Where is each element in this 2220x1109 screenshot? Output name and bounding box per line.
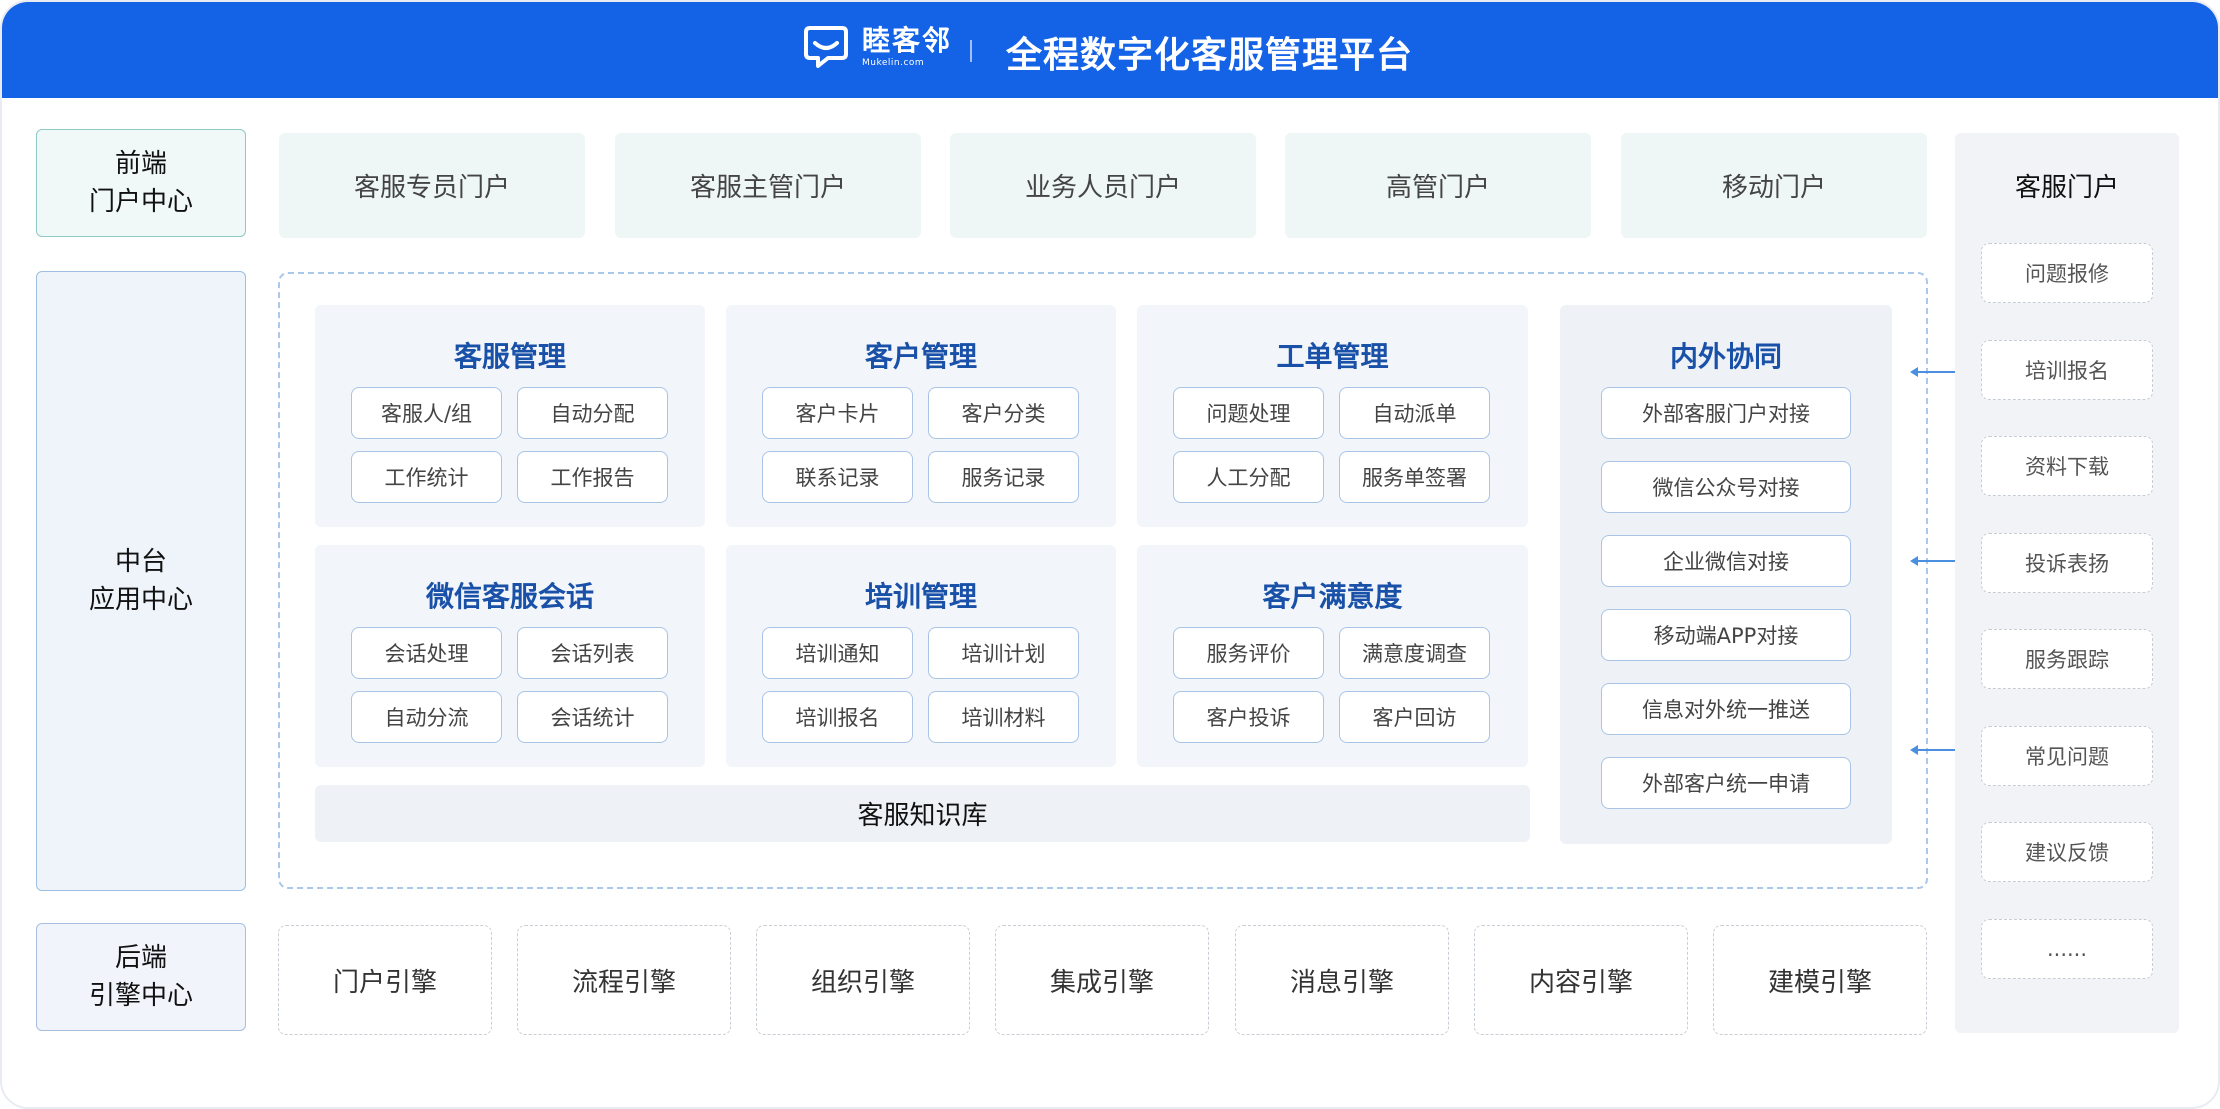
customer-portal-item: 问题报修 [1981,243,2153,303]
module-chip: 会话统计 [517,691,668,743]
customer-portal-item: 资料下载 [1981,436,2153,496]
module-chip: 培训材料 [928,691,1079,743]
module-card: 客服管理 客服人/组 自动分配 工作统计 工作报告 [315,305,705,527]
knowledge-base-bar: 客服知识库 [315,785,1530,842]
module-chip: 客户卡片 [762,387,913,439]
module-card: 客户满意度 服务评价 满意度调查 客户投诉 客户回访 [1137,545,1528,767]
module-chip: 联系记录 [762,451,913,503]
module-title: 客服管理 [453,340,566,373]
tier-back-line1: 后端 [114,943,167,973]
module-chip: 培训报名 [762,691,913,743]
module-chip: 客户回访 [1339,691,1490,743]
chat-bubble-logo-icon [804,26,848,68]
module-title: 微信客服会话 [425,580,594,613]
engine-workflow: 流程引擎 [517,925,731,1035]
module-chip: 服务单签署 [1339,451,1490,503]
customer-portal-item: 服务跟踪 [1981,629,2153,689]
module-card: 客户管理 客户卡片 客户分类 联系记录 服务记录 [726,305,1116,527]
engine-organization: 组织引擎 [756,925,970,1035]
portal-business: 业务人员门户 [950,133,1256,238]
module-chip: 工作报告 [517,451,668,503]
module-chip: 问题处理 [1173,387,1324,439]
module-chip: 自动分流 [351,691,502,743]
page-title: 全程数字化客服管理平台 [1006,35,1414,76]
module-chip: 自动分配 [517,387,668,439]
engine-modeling: 建模引擎 [1713,925,1927,1035]
module-chip: 客户投诉 [1173,691,1324,743]
collaboration-item: 外部客服门户对接 [1601,387,1851,439]
tier-back-line2: 引擎中心 [88,981,193,1011]
engine-content: 内容引擎 [1474,925,1688,1035]
collaboration-item: 企业微信对接 [1601,535,1851,587]
diagram-frame: 睦客邻 Mukelin.com 全程数字化客服管理平台 前端门户中心 中台应用中… [0,0,2220,1109]
customer-portal-item: 常见问题 [1981,726,2153,786]
tier-mid-line2: 应用中心 [88,585,193,615]
module-title: 工单管理 [1276,340,1389,373]
customer-portal-item: 建议反馈 [1981,822,2153,882]
portal-supervisor: 客服主管门户 [615,133,921,238]
collaboration-card: 内外协同 外部客服门户对接 微信公众号对接 企业微信对接 移动端APP对接 信息… [1560,305,1892,844]
collaboration-title: 内外协同 [1669,340,1782,373]
module-chip: 工作统计 [351,451,502,503]
module-chip: 客服人/组 [351,387,502,439]
tier-front-label: 前端 门户中心 [36,129,246,237]
module-title: 客户满意度 [1262,580,1403,613]
module-card: 工单管理 问题处理 自动派单 人工分配 服务单签署 [1137,305,1528,527]
tier-back-label: 后端 引擎中心 [36,923,246,1031]
module-chip: 客户分类 [928,387,1079,439]
logo-name: 睦客邻 [862,23,953,57]
module-chip: 培训通知 [762,627,913,679]
collaboration-item: 外部客户统一申请 [1601,757,1851,809]
customer-portal-title: 客服门户 [2014,173,2119,203]
tier-mid-label: 中台 应用中心 [36,271,246,891]
module-card: 培训管理 培训通知 培训计划 培训报名 培训材料 [726,545,1116,767]
engine-integration: 集成引擎 [995,925,1209,1035]
module-chip: 会话列表 [517,627,668,679]
module-title: 客户管理 [864,340,977,373]
module-chip: 人工分配 [1173,451,1324,503]
module-chip: 满意度调查 [1339,627,1490,679]
module-chip: 培训计划 [928,627,1079,679]
collaboration-item: 移动端APP对接 [1601,609,1851,661]
module-chip: 自动派单 [1339,387,1490,439]
logo: 睦客邻 Mukelin.com [802,24,952,70]
portal-mobile: 移动门户 [1621,133,1927,238]
engine-message: 消息引擎 [1235,925,1449,1035]
header-divider [970,40,972,62]
tier-mid-line1: 中台 [114,547,167,577]
module-chip: 服务记录 [928,451,1079,503]
header-bar: 睦客邻 Mukelin.com 全程数字化客服管理平台 [2,2,2218,98]
customer-portal-item: ...... [1981,919,2153,979]
collaboration-item: 微信公众号对接 [1601,461,1851,513]
tier-front-line1: 前端 [114,149,167,179]
customer-portal-item: 培训报名 [1981,340,2153,400]
engine-portal: 门户引擎 [278,925,492,1035]
tier-front-line2: 门户中心 [88,187,193,217]
module-chip: 会话处理 [351,627,502,679]
customer-portal-panel: 客服门户 问题报修 培训报名 资料下载 投诉表扬 服务跟踪 常见问题 建议反馈 … [1955,133,2179,1033]
module-card: 微信客服会话 会话处理 会话列表 自动分流 会话统计 [315,545,705,767]
logo-subtitle: Mukelin.com [862,57,925,68]
module-chip: 服务评价 [1173,627,1324,679]
module-title: 培训管理 [864,580,977,613]
customer-portal-item: 投诉表扬 [1981,533,2153,593]
portal-executive: 高管门户 [1285,133,1591,238]
collaboration-item: 信息对外统一推送 [1601,683,1851,735]
portal-agent: 客服专员门户 [279,133,585,238]
